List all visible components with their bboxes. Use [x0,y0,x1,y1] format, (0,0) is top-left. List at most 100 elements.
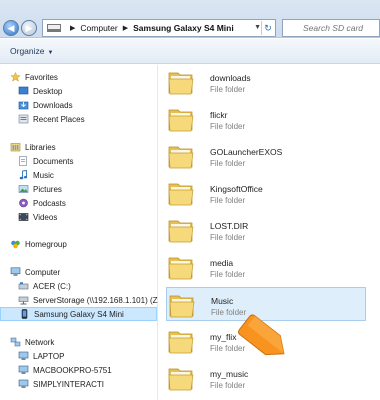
music-note-icon [19,170,28,180]
refresh-icon[interactable]: ↻ [261,21,274,35]
computer-icon [18,379,29,388]
forward-button[interactable]: ▶ [21,20,37,36]
breadcrumb-computer[interactable]: Computer [80,23,117,33]
star-icon [10,72,21,82]
nav-item-label: Samsung Galaxy S4 Mini [34,309,124,319]
podcasts-icon [19,198,28,208]
nav-item-desktop[interactable]: Desktop [0,84,157,98]
folder-type: File folder [210,270,246,279]
folder-item[interactable]: my_music File folder [166,361,366,395]
nav-favorites[interactable]: Favorites [0,70,157,84]
nav-computer[interactable]: Computer [0,265,157,279]
folder-type: File folder [210,196,246,205]
organize-button[interactable]: Organize ▼ [10,46,53,56]
folder-icon [168,257,194,280]
nav-item-acer-drive[interactable]: ACER (C:) [0,279,157,293]
nav-item-recent-places[interactable]: Recent Places [0,112,157,126]
nav-homegroup[interactable]: Homegroup [0,237,157,251]
nav-item-podcasts[interactable]: Podcasts [0,196,157,210]
nav-item-label: Desktop [33,86,63,96]
nav-item-laptop[interactable]: LAPTOP [0,349,157,363]
folder-item[interactable]: flickr File folder [166,102,366,136]
folder-type: File folder [210,233,246,242]
desktop-icon [18,86,29,95]
folder-item[interactable]: media File folder [166,250,366,284]
nav-item-label: MACBOOKPRO-5751 [33,365,112,375]
folder-text: LOST.DIR File folder [210,213,248,243]
breadcrumb[interactable]: ▶ Computer ▶ Samsung Galaxy S4 Mini ▼ ↻ [42,19,276,37]
nav-item-label: ACER (C:) [33,281,71,291]
folder-text: media File folder [210,250,245,280]
command-toolbar: Organize ▼ [0,39,380,64]
nav-item-simplyinteracti[interactable]: SIMPLYINTERACTI [0,377,157,391]
folder-icon [168,183,194,206]
folder-type: File folder [210,85,246,94]
nav-favorites-label: Favorites [25,72,58,82]
folder-item[interactable]: GOLauncherEXOS File folder [166,139,366,173]
pictures-icon [18,185,29,193]
computer-icon [10,267,21,276]
folder-item[interactable]: KingsoftOffice File folder [166,176,366,210]
nav-computer-label: Computer [25,267,61,277]
nav-item-label: Music [33,170,54,180]
computer-crumb-icon [47,24,61,32]
folder-text: downloads File folder [210,65,251,95]
folder-type: File folder [210,122,246,131]
chevron-right-icon[interactable]: ▶ [123,24,128,32]
folder-icon [168,220,194,243]
computer-icon [18,365,29,374]
folder-text: KingsoftOffice File folder [210,176,263,206]
tag-pointer-icon [238,314,285,356]
folder-text: GOLauncherEXOS File folder [210,139,282,169]
address-bar: ◀ ▶ ▶ Computer ▶ Samsung Galaxy S4 Mini … [0,0,380,38]
chevron-right-icon[interactable]: ▶ [70,24,75,32]
folder-icon [168,331,194,354]
nav-item-music[interactable]: Music [0,168,157,182]
nav-item-samsung-galaxy[interactable]: Samsung Galaxy S4 Mini [0,307,157,321]
breadcrumb-device[interactable]: Samsung Galaxy S4 Mini [133,23,234,33]
folder-text: my_music File folder [210,361,248,391]
search-box[interactable] [282,19,380,37]
network-drive-icon [18,296,29,305]
folder-icon [168,72,194,95]
folder-name: flickr [210,110,228,120]
nav-item-label: SIMPLYINTERACTI [33,379,104,389]
nav-item-pictures[interactable]: Pictures [0,182,157,196]
libraries-icon [10,143,21,152]
network-icon [10,337,21,347]
caret-down-icon: ▼ [47,50,54,56]
nav-item-serverstorage[interactable]: ServerStorage (\\192.168.1.101) (Z:) [0,293,162,307]
folder-icon [168,146,194,169]
back-arrow-icon: ◀ [7,22,15,33]
nav-item-macbookpro[interactable]: MACBOOKPRO-5751 [0,363,157,377]
homegroup-icon [11,240,20,249]
folder-text: flickr File folder [210,102,245,132]
folder-icon [168,109,194,132]
back-button[interactable]: ◀ [3,20,19,36]
folder-item[interactable]: downloads File folder [166,65,366,99]
folder-name: media [210,258,234,268]
folder-name: LOST.DIR [210,221,249,231]
nav-homegroup-label: Homegroup [25,239,67,249]
computer-icon [18,351,29,360]
nav-libraries[interactable]: Libraries [0,140,157,154]
chevron-down-icon[interactable]: ▼ [254,24,261,31]
folder-item[interactable]: LOST.DIR File folder [166,213,366,247]
nav-item-label: Videos [33,212,58,222]
nav-item-downloads[interactable]: Downloads [0,98,157,112]
documents-icon [19,156,27,166]
nav-item-label: LAPTOP [33,351,65,361]
nav-item-label: Recent Places [33,114,85,124]
nav-item-videos[interactable]: Videos [0,210,157,224]
folder-name: Music [211,296,234,306]
folder-name: my_music [210,369,249,379]
nav-item-documents[interactable]: Documents [0,154,157,168]
videos-icon [18,213,29,221]
folder-name: GOLauncherEXOS [210,147,283,157]
folder-name: downloads [210,73,251,83]
search-input[interactable] [303,23,379,33]
nav-item-label: Podcasts [33,198,66,208]
folder-type: File folder [210,381,246,390]
nav-network[interactable]: Network [0,335,157,349]
folder-icon [168,368,194,391]
